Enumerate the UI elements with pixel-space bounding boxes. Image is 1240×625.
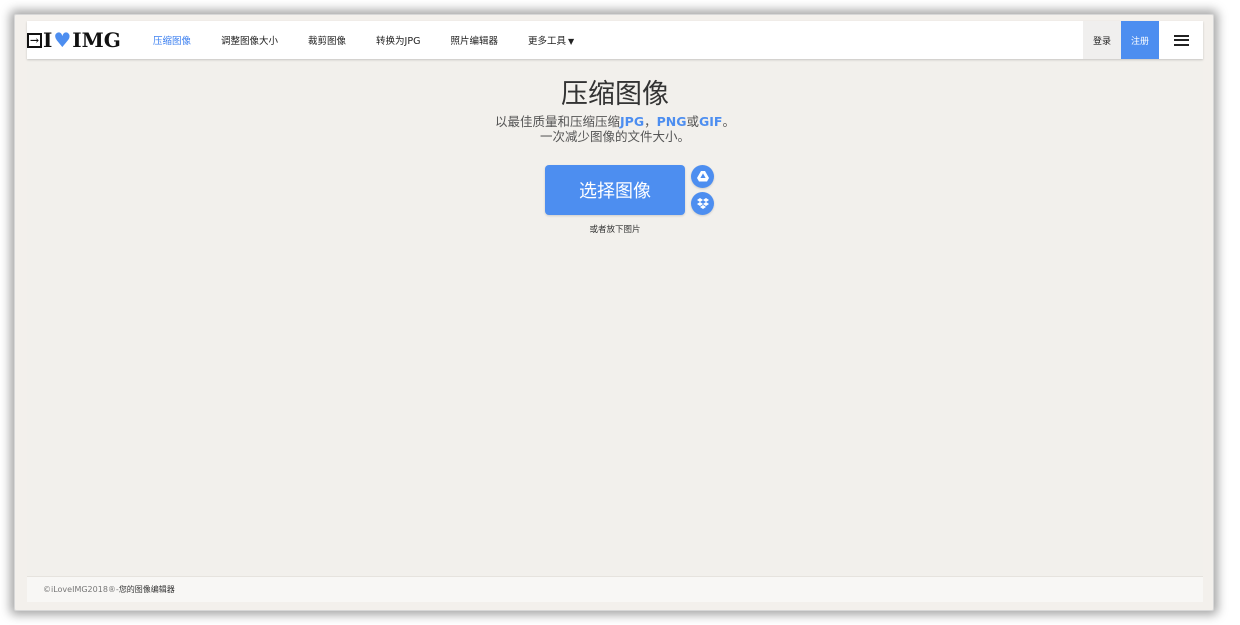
menu-item-compress[interactable]: 压缩图像 bbox=[153, 33, 191, 47]
upload-area: 选择图像 bbox=[545, 165, 714, 215]
google-drive-icon bbox=[696, 171, 709, 182]
format-jpg: JPG bbox=[620, 114, 645, 129]
subtitle-period: 。 bbox=[722, 114, 735, 129]
caret-down-icon: ▼ bbox=[567, 37, 575, 46]
subtitle: 以最佳质量和压缩压缩JPG，PNG或GIF。 bbox=[27, 114, 1203, 129]
subtitle-prefix: 以最佳质量和压缩压缩 bbox=[495, 114, 621, 129]
page-title: 压缩图像 bbox=[561, 79, 669, 110]
subtitle-separator: ， bbox=[644, 114, 657, 129]
menu-item-convert-jpg[interactable]: 转换为JPG bbox=[376, 33, 420, 47]
select-images-button[interactable]: 选择图像 bbox=[545, 165, 685, 215]
dropbox-icon bbox=[696, 198, 709, 209]
format-gif: GIF bbox=[699, 114, 723, 129]
more-tools-label: 更多工具 bbox=[527, 36, 566, 47]
main-menu: 压缩图像 调整图像大小 裁剪图像 转换为JPG 照片编辑器 更多工具 ▼ bbox=[153, 21, 604, 59]
signup-button[interactable]: 注册 bbox=[1121, 21, 1159, 59]
menu-item-photo-editor[interactable]: 照片编辑器 bbox=[450, 33, 498, 47]
page: → I ♥ IMG 压缩图像 调整图像大小 裁剪图像 转换为JPG 照片编辑器 … bbox=[27, 21, 1203, 602]
menu-item-crop[interactable]: 裁剪图像 bbox=[308, 33, 346, 47]
logo-letter-i: I bbox=[43, 28, 53, 52]
subtitle-line-2: 一次减少图像的文件大小。 bbox=[539, 129, 690, 144]
hero-section: 压缩图像 以最佳质量和压缩压缩JPG，PNG或GIF。 一次减少图像的文件大小。 bbox=[27, 79, 1203, 144]
menu-item-resize[interactable]: 调整图像大小 bbox=[221, 33, 278, 47]
logo-letters-img: IMG bbox=[72, 28, 121, 52]
hamburger-menu-button[interactable] bbox=[1159, 21, 1203, 59]
login-button[interactable]: 登录 bbox=[1083, 21, 1121, 59]
hamburger-icon bbox=[1173, 34, 1189, 46]
format-png: PNG bbox=[656, 114, 687, 129]
logo[interactable]: → I ♥ IMG bbox=[27, 23, 121, 57]
top-navbar: → I ♥ IMG 压缩图像 调整图像大小 裁剪图像 转换为JPG 照片编辑器 … bbox=[27, 21, 1203, 59]
account-area: 登录 注册 bbox=[1083, 21, 1203, 59]
dropbox-button[interactable] bbox=[691, 192, 714, 215]
copyright: ©iLoveIMG2018® bbox=[43, 585, 116, 594]
menu-item-more-tools[interactable]: 更多工具 ▼ bbox=[528, 33, 574, 47]
footer-tagline[interactable]: 您的图像编辑器 bbox=[119, 584, 175, 595]
heart-icon: ♥ bbox=[53, 28, 72, 52]
drop-hint: 或者放下图片 bbox=[589, 225, 641, 235]
browser-frame: → I ♥ IMG 压缩图像 调整图像大小 裁剪图像 转换为JPG 照片编辑器 … bbox=[14, 14, 1214, 611]
footer: ©iLoveIMG2018® - 您的图像编辑器 bbox=[27, 576, 1203, 602]
login-arrow-icon: → bbox=[27, 32, 42, 48]
subtitle-or: 或 bbox=[686, 114, 700, 129]
google-drive-button[interactable] bbox=[691, 165, 714, 188]
